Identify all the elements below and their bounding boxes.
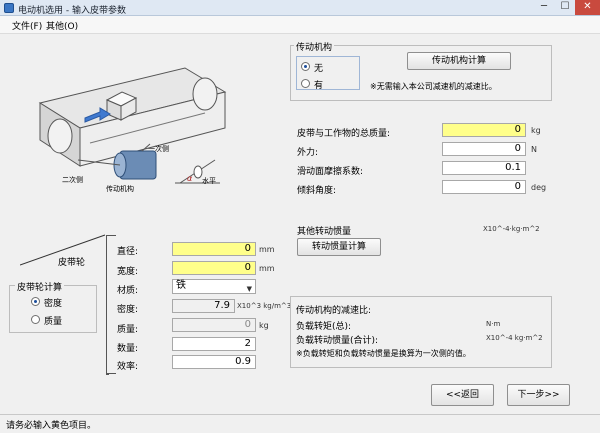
menu-file[interactable]: 文件(F) — [12, 19, 42, 32]
torque-label: 负载转矩(总): — [296, 322, 352, 332]
result-note: ※负载转矩和负载转动惯量是换算为一次侧的值。 — [296, 349, 471, 358]
torque-unit: N·m — [486, 320, 501, 328]
other-inertia-unit: X10^-4·kg·m^2 — [483, 225, 540, 233]
radio-mass[interactable] — [31, 315, 40, 324]
diameter-unit: mm — [259, 245, 275, 254]
mass-label: 质量: — [117, 325, 139, 335]
pulley-connector — [20, 234, 106, 266]
app-icon — [4, 3, 14, 13]
friction-label: 滑动面摩擦系数: — [297, 167, 364, 177]
radio-none[interactable] — [301, 62, 310, 71]
incline-input[interactable]: 0 — [442, 180, 526, 194]
menu-other[interactable]: 其他(O) — [46, 19, 78, 32]
incline-label: 倾斜角度: — [297, 186, 337, 196]
radio-mass-label: 质量 — [44, 317, 63, 327]
mass-input[interactable]: 0 — [172, 318, 256, 332]
load-inertia-label: 负载转动惯量(合计): — [296, 336, 379, 346]
total-mass-unit: kg — [531, 126, 541, 135]
load-inertia-unit: X10^-4 kg·m^2 — [486, 334, 543, 342]
quantity-input[interactable]: 2 — [172, 337, 256, 351]
other-inertia-label: 其他转动惯量 — [297, 227, 352, 237]
density-input[interactable]: 7.9 — [172, 299, 235, 313]
radio-density-label: 密度 — [44, 299, 63, 309]
alpha-label: α — [187, 174, 193, 183]
window-title: 电动机选用 - 输入皮带参数 — [18, 6, 126, 16]
status-text: 请务必输入黄色项目。 — [6, 421, 97, 431]
secondary-side-label-2: 二次侧 — [62, 176, 83, 184]
radio-yes-label: 有 — [314, 81, 324, 91]
external-force-input[interactable]: 0 — [442, 142, 526, 156]
close-icon[interactable]: ✕ — [575, 0, 600, 15]
next-button[interactable]: 下一步>> — [507, 384, 570, 406]
material-label: 材质: — [117, 286, 139, 296]
pulley-section-label: 皮带轮 — [58, 258, 86, 268]
chevron-down-icon: ▼ — [246, 285, 252, 293]
mechanism-title: 传动机构 — [294, 40, 335, 53]
density-unit: X10^3 kg/m^3 — [237, 302, 292, 310]
total-mass-input[interactable]: 0 — [442, 123, 526, 137]
belt-conveyor-diagram — [38, 67, 227, 184]
total-mass-label: 皮带与工作物的总质量: — [297, 129, 391, 139]
friction-input[interactable]: 0.1 — [442, 161, 526, 175]
radio-none-label: 无 — [314, 64, 324, 74]
efficiency-input[interactable]: 0.9 — [172, 355, 256, 369]
mechanism-calc-button[interactable]: 传动机构计算 — [407, 52, 511, 70]
density-label: 密度: — [117, 305, 139, 315]
external-force-unit: N — [531, 145, 537, 154]
bracket-top — [106, 235, 116, 236]
width-label: 宽度: — [117, 267, 139, 277]
maximize-icon[interactable]: ☐ — [555, 0, 575, 15]
width-input[interactable]: 0 — [172, 261, 256, 275]
secondary-side-label: 一次侧 — [148, 145, 169, 153]
menu-bar — [0, 16, 600, 34]
quantity-label: 数量: — [117, 344, 139, 354]
radio-yes[interactable] — [301, 79, 310, 88]
radio-density[interactable] — [31, 297, 40, 306]
diameter-label: 直径: — [117, 247, 139, 257]
ratio-label: 传动机构的减速比: — [296, 306, 372, 316]
width-unit: mm — [259, 264, 275, 273]
inertia-calc-button[interactable]: 转动惯量计算 — [297, 238, 381, 256]
material-select[interactable]: 铁 ▼ — [172, 279, 256, 294]
external-force-label: 外力: — [297, 148, 319, 158]
material-value: 铁 — [176, 280, 186, 291]
back-button[interactable]: <<返回 — [431, 384, 494, 406]
efficiency-label: 效率: — [117, 362, 139, 372]
pulley-calc-title: 皮带轮计算 — [15, 280, 65, 293]
minimize-icon[interactable]: ─ — [533, 0, 555, 15]
bracket-bottom — [106, 373, 116, 374]
mass-unit: kg — [259, 321, 269, 330]
incline-unit: deg — [531, 183, 547, 192]
horizontal-label: 水平 — [202, 177, 216, 185]
mechanism-note: ※无需输入本公司减速机的减速比。 — [370, 82, 497, 91]
pulley-panel-bracket — [106, 235, 109, 375]
diameter-input[interactable]: 0 — [172, 242, 256, 256]
